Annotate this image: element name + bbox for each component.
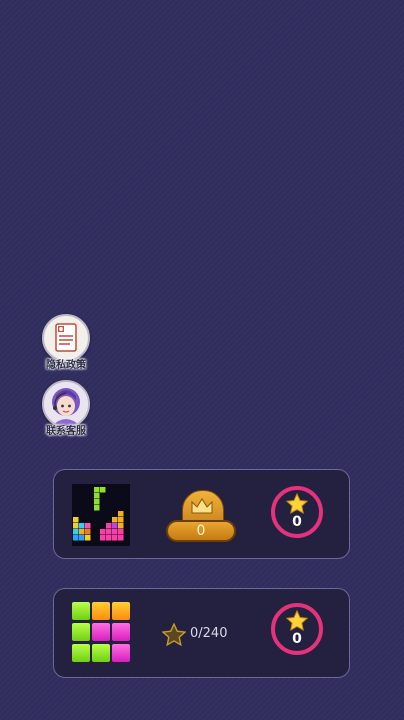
contact-service-label: 联系客服: [46, 426, 86, 437]
contact-service-button[interactable]: 联系客服: [40, 380, 92, 440]
star-count-ring: 0: [271, 486, 323, 538]
star-count-ring: 0: [271, 603, 323, 655]
privacy-policy-button[interactable]: 隐私政策: [40, 314, 92, 374]
crown-icon: [190, 497, 214, 519]
star-count: 0: [292, 514, 302, 530]
crown-score: 0: [166, 520, 236, 542]
privacy-policy-label: 隐私政策: [46, 360, 86, 371]
star-count: 0: [292, 631, 302, 647]
tetris-mode-card[interactable]: 0 0: [53, 469, 350, 559]
tetris-board-icon: [72, 484, 130, 550]
block-grid-icon: [72, 602, 130, 668]
block-puzzle-mode-card[interactable]: 0/240 0: [53, 588, 350, 678]
document-icon: [42, 314, 90, 362]
crown-score-badge: 0: [166, 490, 238, 548]
customer-service-avatar-icon: [42, 380, 90, 428]
star-outline-icon: [161, 622, 187, 650]
star-progress-text: 0/240: [190, 626, 228, 641]
